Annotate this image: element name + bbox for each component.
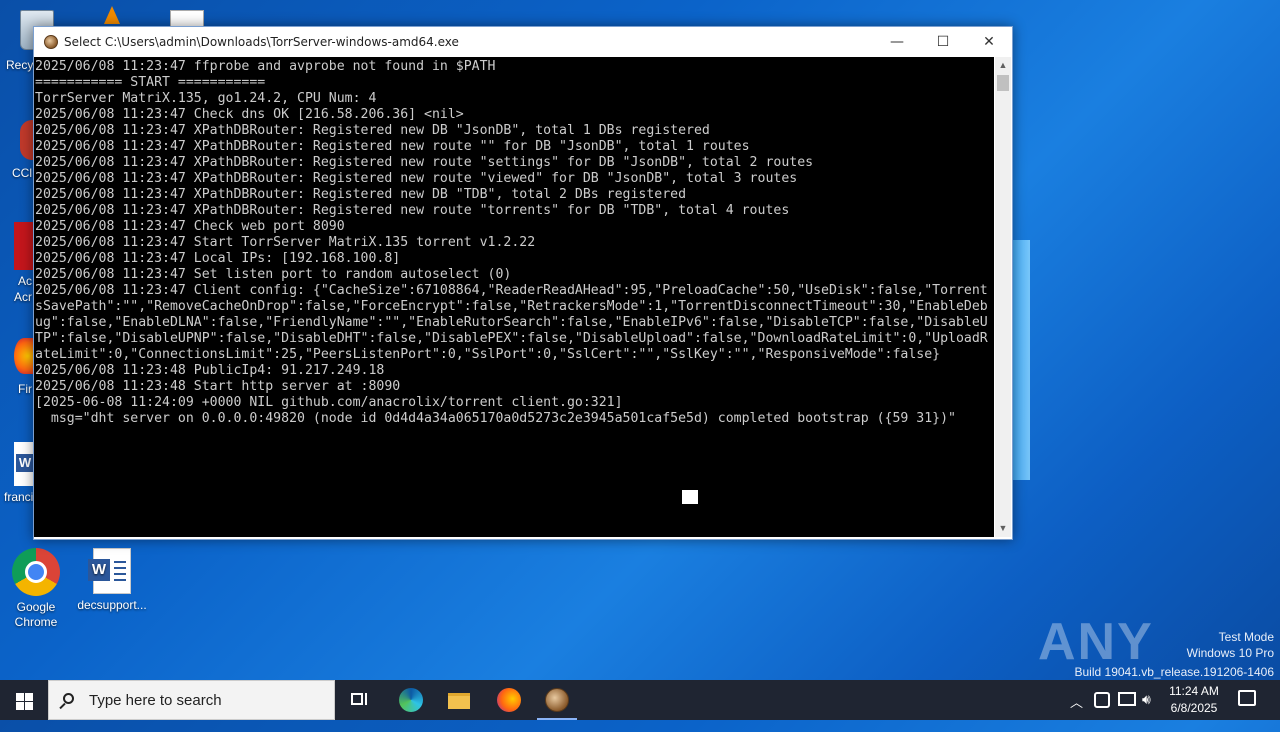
close-button[interactable]: ✕ <box>966 27 1012 57</box>
console-line: 2025/06/08 11:23:47 Check dns OK [216.58… <box>35 107 464 122</box>
console-line: 2025/06/08 11:23:47 Client config: {"Cac… <box>35 283 988 298</box>
console-line: 2025/06/08 11:23:47 XPathDBRouter: Regis… <box>35 187 687 202</box>
search-placeholder: Type here to search <box>89 692 222 709</box>
desktop-icon-chrome[interactable]: Google Chrome <box>0 548 72 630</box>
console-line: 2025/06/08 11:23:47 XPathDBRouter: Regis… <box>35 203 790 218</box>
console-line: 2025/06/08 11:23:47 ffprobe and avprobe … <box>35 59 496 74</box>
desktop-icon-label: Google Chrome <box>14 600 58 629</box>
scroll-thumb[interactable] <box>997 75 1009 91</box>
scroll-up-arrow-icon[interactable]: ▲ <box>995 57 1011 74</box>
test-mode-text: Test Mode <box>1218 630 1274 644</box>
minimize-button[interactable]: — <box>874 27 920 57</box>
console-line: ateLimit":0,"ConnectionsLimit":25,"Peers… <box>35 347 941 362</box>
firefox-taskbar-icon[interactable] <box>497 688 521 712</box>
desktop-label-partial: CCl <box>12 166 32 180</box>
console-text: 2025/06/08 11:23:47 ffprobe and avprobe … <box>34 57 994 427</box>
vertical-scrollbar[interactable]: ▲ ▼ <box>995 57 1011 537</box>
search-icon <box>63 693 74 704</box>
console-line: [2025-06-08 11:24:09 +0000 NIL github.co… <box>35 395 623 410</box>
file-explorer-icon[interactable] <box>447 688 471 712</box>
desktop-label-partial: Acr <box>14 290 32 304</box>
console-line: 2025/06/08 11:23:47 XPathDBRouter: Regis… <box>35 155 814 170</box>
console-line: 2025/06/08 11:23:47 XPathDBRouter: Regis… <box>35 171 798 186</box>
console-line: sSavePath":"","RemoveCacheOnDrop":false,… <box>35 299 988 314</box>
desktop-label-partial: franci <box>4 490 34 504</box>
torrserver-taskbar-icon[interactable] <box>545 688 569 712</box>
volume-icon[interactable]: 🔊︎ <box>1142 691 1151 708</box>
console-line: TorrServer MatriX.135, go1.24.2, CPU Num… <box>35 91 377 106</box>
build-text: Build 19041.vb_release.191206-1406 <box>1074 665 1275 679</box>
console-line: ug":false,"EnableDLNA":false,"FriendlyNa… <box>35 315 988 330</box>
console-line: 2025/06/08 11:23:47 Start TorrServer Mat… <box>35 235 536 250</box>
console-line: msg="dht server on 0.0.0.0:49820 (node i… <box>35 411 956 426</box>
ccleaner-icon[interactable] <box>20 120 34 160</box>
console-line: 2025/06/08 11:23:48 Start http server at… <box>35 379 401 394</box>
clock-date[interactable]: 6/8/2025 <box>1162 701 1226 715</box>
chrome-icon <box>12 548 60 596</box>
notifications-icon[interactable] <box>1238 690 1256 706</box>
word-document-icon: W <box>88 548 131 594</box>
start-button[interactable] <box>0 680 48 720</box>
desktop-icon-word-doc[interactable]: W decsupport... <box>76 548 148 613</box>
console-line: 2025/06/08 11:23:47 Check web port 8090 <box>35 219 345 234</box>
torrserver-app-icon <box>44 35 58 49</box>
desktop-label-partial: Ac <box>18 274 33 288</box>
desktop-icon-label: decsupport... <box>77 598 147 612</box>
console-line: 2025/06/08 11:23:48 PublicIp4: 91.217.24… <box>35 363 385 378</box>
windows-edition-text: Windows 10 Pro <box>1186 646 1274 660</box>
console-window[interactable]: Select C:\Users\admin\Downloads\TorrServ… <box>33 26 1013 540</box>
taskbar: Type here to search ︿ 🔊︎ 11:24 AM 6/8/20… <box>0 680 1280 720</box>
acrobat-icon[interactable] <box>14 222 34 270</box>
desktop-label-partial: Recy <box>6 58 34 72</box>
console-line: TP":false,"DisableUPNP":false,"DisableDH… <box>35 331 988 346</box>
scroll-down-arrow-icon[interactable]: ▼ <box>995 520 1011 537</box>
title-bar[interactable]: Select C:\Users\admin\Downloads\TorrServ… <box>34 27 1012 57</box>
taskbar-search-box[interactable]: Type here to search <box>48 680 335 720</box>
task-view-icon[interactable] <box>348 688 372 712</box>
console-line: =========== START =========== <box>35 75 266 90</box>
tray-overflow-chevron-icon[interactable]: ︿ <box>1070 692 1083 711</box>
vlc-icon[interactable] <box>104 6 120 24</box>
console-line: 2025/06/08 11:23:47 Local IPs: [192.168.… <box>35 251 401 266</box>
windows-logo-glow <box>1010 240 1030 480</box>
console-line: 2025/06/08 11:23:47 XPathDBRouter: Regis… <box>35 139 750 154</box>
network-icon[interactable] <box>1118 692 1136 706</box>
clock-time[interactable]: 11:24 AM <box>1162 684 1226 698</box>
maximize-button[interactable]: ☐ <box>920 27 966 57</box>
desktop-label-partial: Fir <box>18 382 32 396</box>
device-icon[interactable] <box>1094 692 1110 708</box>
firefox-icon[interactable] <box>14 338 34 374</box>
console-line: 2025/06/08 11:23:47 Set listen port to r… <box>35 267 512 282</box>
console-output[interactable]: 2025/06/08 11:23:47 ffprobe and avprobe … <box>34 57 994 537</box>
window-title: Select C:\Users\admin\Downloads\TorrServ… <box>64 35 459 49</box>
edge-icon[interactable] <box>399 688 423 712</box>
console-line: 2025/06/08 11:23:47 XPathDBRouter: Regis… <box>35 123 710 138</box>
text-cursor <box>682 490 698 504</box>
word-doc-icon-partial[interactable]: W <box>14 442 34 486</box>
